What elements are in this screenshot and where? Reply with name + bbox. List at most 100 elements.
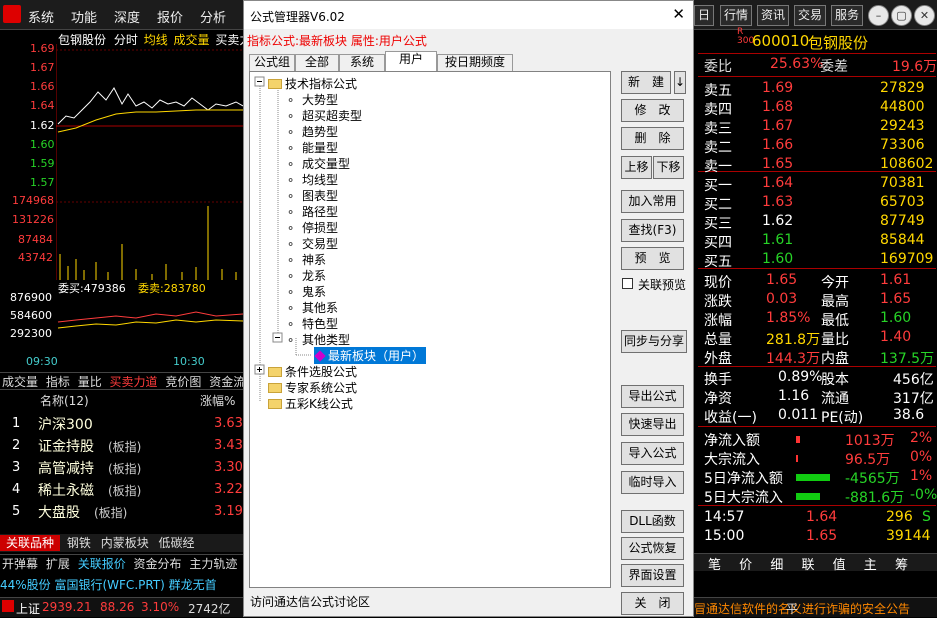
find-button[interactable]: 查找(F3) bbox=[621, 219, 684, 242]
tab-price[interactable]: 价 bbox=[739, 558, 752, 573]
menu-depth[interactable]: 深度 bbox=[114, 7, 140, 26]
temp-import-button[interactable]: 临时导入 bbox=[621, 471, 684, 494]
tab-related-varieties[interactable]: 关联品种 bbox=[0, 535, 61, 551]
tab-user[interactable]: 用户 bbox=[385, 51, 437, 71]
indicator-plot bbox=[57, 311, 243, 329]
menu-trade[interactable]: 交易 bbox=[794, 5, 827, 26]
list-header-chg[interactable]: 涨幅% bbox=[200, 392, 235, 409]
restore-icon[interactable]: ▢ bbox=[891, 5, 912, 26]
tab-main-track[interactable]: 主力轨迹 bbox=[187, 557, 239, 571]
list-header-name[interactable]: 名称(12) bbox=[40, 392, 89, 409]
tab-related-quote[interactable]: 关联报价 bbox=[76, 557, 128, 571]
tab-steel[interactable]: 钢铁 bbox=[64, 536, 94, 550]
close-icon[interactable]: ✕ bbox=[914, 5, 935, 26]
tree-node-formula-type[interactable]: ⚬ 图表型 bbox=[286, 187, 338, 204]
tab-main[interactable]: 主 bbox=[864, 558, 877, 573]
add-common-button[interactable]: 加入常用 bbox=[621, 190, 684, 213]
tab-detail[interactable]: 细 bbox=[770, 558, 783, 573]
tab-all[interactable]: 全部 bbox=[295, 54, 339, 71]
tree-node-formula-type[interactable]: ⚬ 其他系 bbox=[286, 299, 338, 316]
tab-chips[interactable]: 筹 bbox=[895, 558, 908, 573]
restore-button[interactable]: 公式恢复 bbox=[621, 537, 684, 560]
menu-analysis[interactable]: 分析 bbox=[200, 7, 226, 26]
tab-low-carbon[interactable]: 低碳经 bbox=[156, 536, 198, 550]
close-button[interactable]: 关 闭 bbox=[621, 592, 684, 615]
move-down-button[interactable]: 下移 bbox=[653, 156, 684, 179]
tree-node-colorful-k[interactable]: 五彩K线公式 bbox=[268, 395, 353, 412]
security-notice[interactable]: 冒通达信软件的名义进行诈骗的安全公告 bbox=[694, 600, 910, 617]
menu-function[interactable]: 功能 bbox=[71, 7, 97, 26]
fund-label: 净资 bbox=[704, 391, 732, 407]
tab-fund-dist[interactable]: 资金分布 bbox=[132, 557, 184, 571]
tree-node-tech-indicators[interactable]: 技术指标公式 bbox=[268, 75, 357, 92]
tab-fund-flow[interactable]: 资金流 bbox=[207, 375, 247, 389]
tab-auction[interactable]: 竞价图 bbox=[163, 375, 203, 389]
new-dropdown-button[interactable]: ↓ bbox=[674, 71, 686, 94]
formula-tree: 技术指标公式 ⚬ 大势型 ⚬ 超买超卖型 ⚬ 趋势型 ⚬ 能量型 ⚬ 成交量型 ⚬ 均线型 ⚬ 图表型 ⚬ 路… bbox=[249, 71, 611, 588]
list-item-name[interactable]: 高管减持 bbox=[38, 458, 94, 478]
preview-button[interactable]: 预 览 bbox=[621, 247, 684, 270]
forum-link[interactable]: 访问通达信公式讨论区 bbox=[250, 593, 370, 610]
tree-node-label: 最新板块（用户） bbox=[328, 349, 425, 363]
dll-button[interactable]: DLL函数 bbox=[621, 510, 684, 533]
tree-node-formula-type[interactable]: ⚬ 趋势型 bbox=[286, 123, 338, 140]
dialog-close-icon[interactable]: ✕ bbox=[672, 5, 685, 23]
tree-node-formula-type[interactable]: ⚬ 成交量型 bbox=[286, 155, 350, 172]
export-button[interactable]: 导出公式 bbox=[621, 385, 684, 408]
tree-node-formula-type[interactable]: ⚬ 均线型 bbox=[286, 171, 338, 188]
move-up-button[interactable]: 上移 bbox=[621, 156, 652, 179]
tree-node-formula-type[interactable]: ⚬ 大势型 bbox=[286, 91, 338, 108]
menu-market[interactable]: 行情 bbox=[720, 5, 753, 26]
tree-node-formula-type[interactable]: ⚬ 交易型 bbox=[286, 235, 338, 252]
tab-danmaku[interactable]: 开弹幕 bbox=[0, 557, 40, 571]
tree-node-formula-type[interactable]: ⚬ 超买超卖型 bbox=[286, 107, 362, 124]
link-preview-checkbox[interactable] bbox=[622, 278, 633, 289]
list-item-name[interactable]: 稀土永磁 bbox=[38, 480, 94, 500]
tree-node-formula-type[interactable]: ⚬ 鬼系 bbox=[286, 283, 326, 300]
tree-node-formula-type[interactable]: ⚬ 能量型 bbox=[286, 139, 338, 156]
delete-button[interactable]: 删 除 bbox=[621, 127, 684, 150]
tab-volratio[interactable]: 量比 bbox=[76, 375, 104, 389]
index-name[interactable]: 上证 bbox=[16, 600, 40, 617]
list-item-name[interactable]: 证金持股 bbox=[38, 436, 94, 456]
list-index: 4 bbox=[12, 482, 21, 497]
tab-buysell-force[interactable]: 买卖力道 bbox=[108, 375, 160, 389]
tab-indicator[interactable]: 指标 bbox=[44, 375, 72, 389]
tab-extend[interactable]: 扩展 bbox=[44, 557, 72, 571]
flow-value: 1013万 bbox=[845, 433, 895, 449]
tree-node-stock-selection[interactable]: 条件选股公式 bbox=[268, 363, 357, 380]
tab-value[interactable]: 值 bbox=[833, 558, 846, 573]
tab-ticks[interactable]: 笔 bbox=[708, 558, 721, 573]
modify-button[interactable]: 修 改 bbox=[621, 99, 684, 122]
tab-volume[interactable]: 成交量 bbox=[0, 375, 40, 389]
minimize-icon[interactable]: – bbox=[868, 5, 889, 26]
ui-settings-button[interactable]: 界面设置 bbox=[621, 564, 684, 587]
news-ticker[interactable]: 44%股份 富国银行(WFC.PRT) 群龙无首 bbox=[0, 576, 217, 593]
list-item-name[interactable]: 沪深300 bbox=[38, 414, 93, 434]
tab-related[interactable]: 联 bbox=[801, 558, 814, 573]
sync-share-button[interactable]: 同步与分享 bbox=[621, 330, 687, 353]
quick-export-button[interactable]: 快速导出 bbox=[621, 413, 684, 436]
tab-system[interactable]: 系统 bbox=[339, 54, 385, 71]
tree-node-formula-type[interactable]: ⚬ 其他类型 bbox=[286, 331, 350, 348]
quote-label: 量比 bbox=[821, 332, 849, 348]
tree-node-formula-type[interactable]: ⚬ 路径型 bbox=[286, 203, 338, 220]
menu-quote[interactable]: 报价 bbox=[157, 7, 183, 26]
menu-service[interactable]: 服务 bbox=[831, 5, 864, 26]
tree-node-selected[interactable]: 最新板块（用户） bbox=[314, 347, 427, 364]
menu-partial[interactable]: 日 bbox=[694, 5, 715, 26]
left-lower-panel: 成交量 指标 量比 买卖力道 竞价图 资金流 名称(12) 涨幅% 1 沪深30… bbox=[0, 368, 245, 618]
tree-node-expert-system[interactable]: 专家系统公式 bbox=[268, 379, 357, 396]
tree-node-formula-type[interactable]: ⚬ 停损型 bbox=[286, 219, 338, 236]
tab-formula-group[interactable]: 公式组 bbox=[249, 54, 295, 71]
list-item-name[interactable]: 大盘股 bbox=[38, 502, 80, 522]
tree-node-formula-type[interactable]: ⚬ 龙系 bbox=[286, 267, 326, 284]
new-button[interactable]: 新 建 bbox=[621, 71, 671, 94]
tree-node-formula-type[interactable]: ⚬ 神系 bbox=[286, 251, 326, 268]
tab-inner-mongolia[interactable]: 内蒙板块 bbox=[98, 536, 152, 550]
tree-node-formula-type[interactable]: ⚬ 特色型 bbox=[286, 315, 338, 332]
import-button[interactable]: 导入公式 bbox=[621, 442, 684, 465]
menu-system[interactable]: 系统 bbox=[28, 7, 54, 26]
tab-by-frequency[interactable]: 按日期频度 bbox=[437, 54, 513, 71]
menu-news[interactable]: 资讯 bbox=[757, 5, 790, 26]
